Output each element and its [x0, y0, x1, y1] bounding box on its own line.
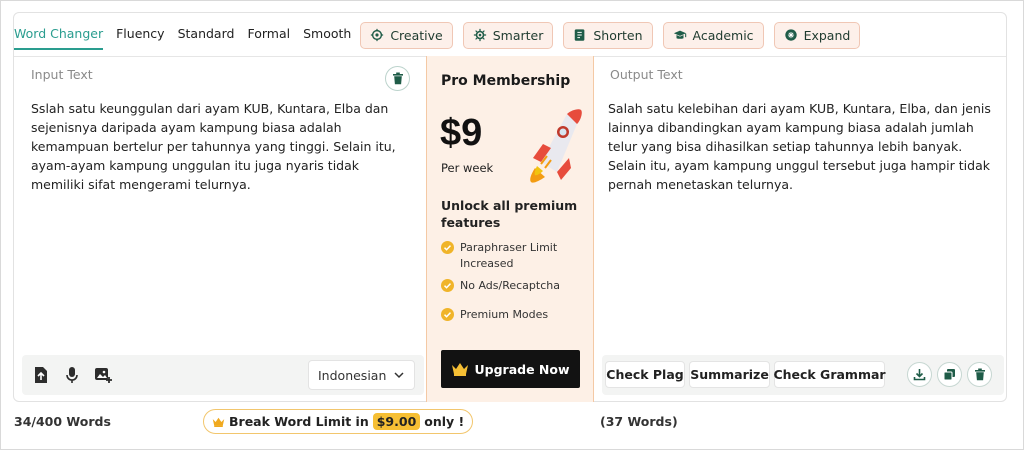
input-panel: Input Text Sslah satu keunggulan dari ay… — [14, 57, 426, 401]
output-line: telur yang bisa dihasilkan setiap tahunn… — [608, 139, 963, 154]
clear-output-button[interactable] — [967, 362, 992, 387]
summarize-button[interactable]: Summarize — [689, 361, 770, 388]
input-line: sejenisnya daripada ayam kampung biasa a… — [31, 120, 342, 135]
tab-word-changer[interactable]: Word Changer — [14, 20, 104, 50]
break-prefix: Break Word Limit in — [229, 414, 369, 429]
output-line: lainnya dibandingkan ayam kampung biasa … — [608, 120, 974, 135]
download-button[interactable] — [907, 362, 932, 387]
pro-price: $9 — [440, 112, 483, 154]
upgrade-label: Upgrade Now — [474, 361, 570, 377]
check-plag-button[interactable]: Check Plag — [605, 361, 685, 388]
input-line: ayam-ayam kampung unggulan itu juga nyar… — [31, 158, 359, 173]
mode-bar: Word Changer Fluency Standard Formal Smo… — [14, 20, 870, 50]
pro-membership-card: Pro Membership $9 Per week Unlock all pr… — [426, 56, 594, 402]
output-line: Selain itu, ayam kampung unggul tersebut… — [608, 158, 990, 173]
output-panel: Output Text Salah satu kelebihan dari ay… — [594, 57, 1006, 401]
image-upload-icon[interactable] — [93, 365, 113, 385]
input-line: memiliki sifat mengerami telurnya. — [31, 177, 251, 192]
feature-label: No Ads/Recaptcha — [460, 279, 560, 292]
feature-label: Premium Modes — [460, 308, 549, 321]
microphone-icon[interactable] — [62, 365, 82, 385]
output-text: Salah satu kelebihan dari ayam KUB, Kunt… — [608, 99, 991, 194]
crown-icon — [452, 363, 469, 376]
pro-unlock-line: features — [441, 215, 501, 230]
output-title: Output Text — [610, 67, 683, 82]
feature-label: Paraphraser Limit — [460, 241, 558, 254]
tab-smarter[interactable]: Smarter — [462, 21, 554, 49]
check-circle-icon — [441, 308, 454, 321]
upgrade-now-button[interactable]: Upgrade Now — [441, 350, 580, 388]
rocket-icon — [530, 109, 582, 183]
brain-icon — [371, 28, 384, 42]
tab-expand-label: Expand — [803, 27, 851, 43]
tab-expand[interactable]: Expand — [773, 21, 861, 49]
gear-icon — [473, 28, 486, 42]
output-toolbar: Check Plag Summarize Check Grammar — [602, 355, 1004, 395]
output-word-count: (37 Words) — [600, 414, 678, 429]
check-circle-icon — [441, 279, 454, 292]
input-toolbar: Indonesian — [22, 355, 424, 395]
tab-smooth[interactable]: Smooth — [303, 20, 351, 50]
check-grammar-button[interactable]: Check Grammar — [773, 361, 886, 388]
language-value: Indonesian — [318, 367, 387, 383]
tab-academic-label: Academic — [692, 27, 754, 43]
language-select[interactable]: Indonesian — [308, 360, 415, 390]
pro-title: Pro Membership — [441, 73, 571, 89]
feature-item: No Ads/Recaptcha — [441, 278, 581, 294]
feature-label: Increased — [460, 256, 514, 270]
chevron-down-icon — [394, 372, 404, 379]
trash-icon — [974, 368, 985, 381]
input-textarea[interactable]: Sslah satu keunggulan dari ayam KUB, Kun… — [31, 99, 396, 194]
break-word-limit-button[interactable]: Break Word Limit in $9.00 only ! — [203, 409, 474, 434]
expand-icon — [784, 29, 797, 41]
tab-standard[interactable]: Standard — [178, 20, 235, 50]
tab-fluency[interactable]: Fluency — [116, 20, 164, 50]
shorten-icon — [575, 29, 585, 41]
tab-shorten-label: Shorten — [593, 27, 643, 43]
check-circle-icon — [441, 241, 454, 254]
trash-icon — [392, 72, 403, 85]
tab-creative[interactable]: Creative — [360, 21, 453, 49]
pro-unlock-heading: Unlock all premium features — [441, 197, 581, 231]
copy-button[interactable] — [937, 362, 962, 387]
input-line: Sslah satu keunggulan dari ayam KUB, Kun… — [31, 101, 389, 116]
output-line: Salah satu kelebihan dari ayam KUB, Kunt… — [608, 101, 991, 116]
upload-file-icon[interactable] — [31, 365, 51, 385]
crown-icon — [212, 417, 225, 427]
input-word-count: 34/400 Words — [14, 414, 111, 429]
graduation-cap-icon — [673, 30, 686, 39]
tab-academic[interactable]: Academic — [662, 21, 764, 49]
tab-smarter-label: Smarter — [492, 27, 544, 43]
tab-shorten[interactable]: Shorten — [563, 21, 653, 49]
download-icon — [913, 369, 926, 381]
input-line: kemampuan bertelur per tahunnya yang tin… — [31, 139, 396, 154]
tab-creative-label: Creative — [390, 27, 443, 43]
feature-item: Premium Modes — [441, 307, 581, 323]
input-title: Input Text — [31, 67, 93, 82]
pro-period: Per week — [441, 161, 494, 175]
clear-input-button[interactable] — [385, 66, 410, 91]
pro-unlock-line: Unlock all premium — [441, 198, 578, 213]
output-line: pernah menetaskan telurnya. — [608, 177, 794, 192]
copy-icon — [943, 369, 955, 381]
tab-formal[interactable]: Formal — [247, 20, 290, 50]
break-suffix: only ! — [424, 414, 465, 429]
break-price: $9.00 — [372, 413, 421, 430]
feature-item: Paraphraser Limit Increased — [441, 240, 581, 271]
